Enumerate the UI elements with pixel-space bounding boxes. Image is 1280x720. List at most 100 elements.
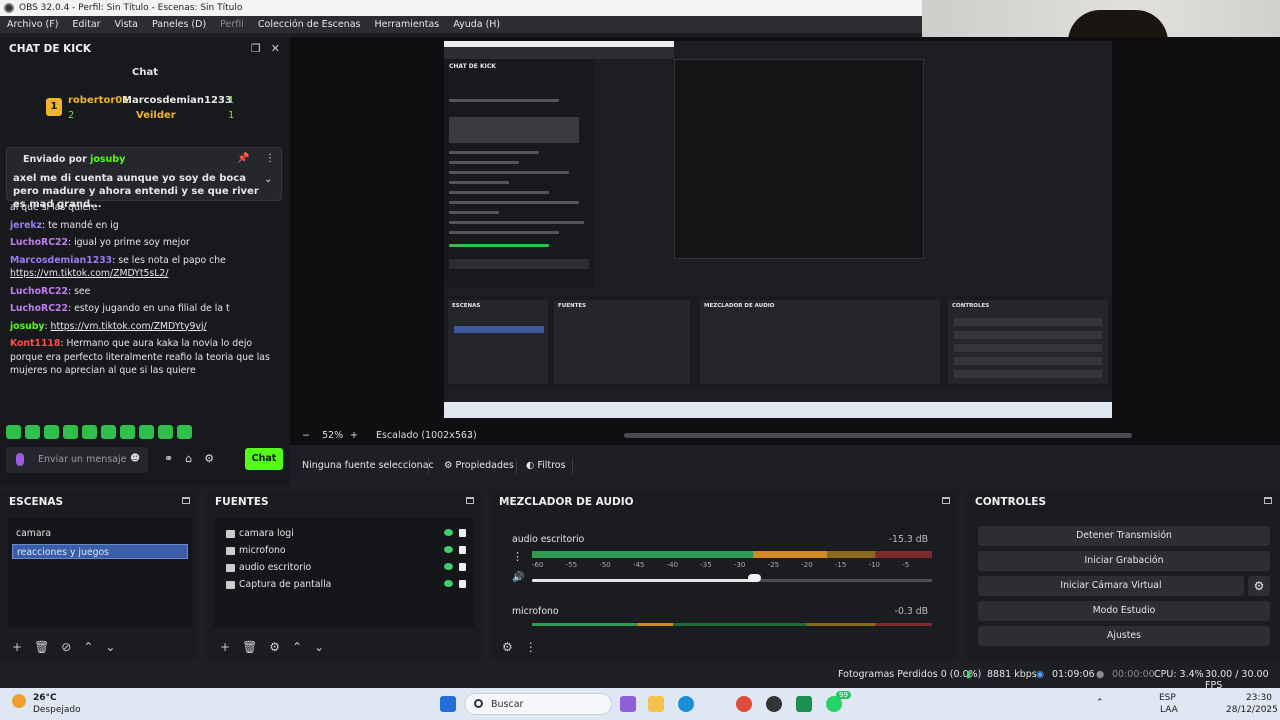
clock-date[interactable]: 28/12/2025 [1226, 705, 1278, 715]
chat-username[interactable]: josuby [10, 321, 44, 332]
float-dock-icon[interactable] [1264, 497, 1272, 504]
lock-icon[interactable] [459, 529, 466, 537]
chevron-up-icon[interactable]: ⌃ [1096, 698, 1104, 708]
preview-scrollbar[interactable] [624, 433, 1132, 438]
add-scene-button[interactable]: + [12, 640, 22, 654]
gear-icon[interactable]: ⚙ [269, 640, 280, 654]
lock-icon[interactable] [459, 580, 466, 588]
properties-button[interactable]: ⚙ Propiedades [444, 460, 514, 471]
float-dock-icon[interactable]: ❐ [251, 42, 261, 55]
language-code[interactable]: ESP [1159, 693, 1176, 703]
scene-item[interactable]: reacciones y juegos [12, 544, 188, 559]
lock-icon[interactable] [459, 546, 466, 554]
float-dock-icon[interactable] [942, 497, 950, 504]
pinned-message[interactable]: Enviado por josuby 📌 ⋮ axel me di cuenta… [6, 147, 282, 210]
folder-icon[interactable] [648, 696, 664, 712]
eye-icon[interactable] [444, 563, 453, 570]
pin-icon[interactable]: 📌 [237, 153, 249, 164]
float-dock-icon[interactable] [182, 497, 190, 504]
source-item[interactable]: camara logi [226, 526, 466, 541]
trash-icon[interactable]: 🗑 [242, 640, 257, 654]
chat-username[interactable]: Marcosdemian1233 [10, 255, 112, 266]
copilot-icon[interactable] [620, 696, 636, 712]
more-icon[interactable]: ⋮ [265, 153, 275, 164]
move-down-button[interactable]: ⌄ [105, 640, 115, 654]
gear-icon[interactable]: ⚙ [1248, 576, 1270, 596]
chat-username[interactable]: LuchoRC22 [10, 303, 68, 314]
more-icon[interactable]: ⋮ [525, 640, 537, 654]
taskbar-search[interactable]: Buscar [464, 693, 612, 715]
edge-icon[interactable] [678, 696, 694, 712]
emote-icon[interactable] [139, 425, 154, 439]
source-item[interactable]: microfono [226, 543, 466, 558]
float-dock-icon[interactable] [466, 497, 474, 504]
chat-username[interactable]: LuchoRC22 [10, 237, 68, 248]
control-button[interactable]: Ajustes [978, 626, 1270, 646]
move-up-button[interactable]: ⌃ [292, 640, 302, 654]
menu-item[interactable]: Editar [65, 19, 107, 30]
move-up-button[interactable]: ⌃ [83, 640, 93, 654]
eye-icon[interactable] [444, 580, 453, 587]
eye-icon[interactable] [444, 546, 453, 553]
speaker-icon[interactable]: 🔊 [512, 572, 524, 583]
close-icon[interactable]: ✕ [271, 42, 280, 55]
xbox-icon[interactable] [796, 696, 812, 712]
source-item[interactable]: audio escritorio [226, 560, 466, 575]
start-icon[interactable] [440, 696, 456, 712]
chat-link[interactable]: https://vm.tiktok.com/ZMDYty9vj/ [51, 321, 207, 332]
menu-item[interactable]: Archivo (F) [0, 19, 65, 30]
scale-select[interactable]: Escalado (1002x563) [376, 430, 477, 441]
chat-username[interactable]: Kont1118 [10, 338, 60, 349]
control-button[interactable]: Modo Estudio [978, 601, 1270, 621]
chrome-icon[interactable] [736, 696, 752, 712]
filters-button[interactable]: ◐ Filtros [526, 460, 566, 471]
move-down-button[interactable]: ⌄ [314, 640, 324, 654]
chevron-down-icon[interactable]: ⌄ [466, 430, 474, 441]
source-item[interactable]: Captura de pantalla [226, 577, 466, 592]
menu-item[interactable]: Ayuda (H) [446, 19, 507, 30]
emote-icon[interactable] [82, 425, 97, 439]
emote-icon[interactable] [158, 425, 173, 439]
link-icon[interactable]: ⚭ [164, 452, 173, 465]
volume-knob[interactable] [748, 574, 762, 582]
obs-icon[interactable] [766, 696, 782, 712]
preview-canvas[interactable]: CHAT DE KICK ESCENAS FUENTES MEZCLADOR D… [290, 37, 1280, 427]
trash-icon[interactable]: 🗑 [34, 640, 49, 654]
chat-send-button[interactable]: Chat [245, 448, 283, 470]
gear-icon[interactable]: ⚙ [502, 640, 513, 654]
chevron-down-icon[interactable]: ⌄ [264, 174, 272, 185]
lock-icon[interactable] [459, 563, 466, 571]
chat-link[interactable]: https://vm.tiktok.com/ZMDYt5sL2/ [10, 268, 168, 279]
chat-input[interactable]: Enviar un mensaje ☻ [6, 447, 148, 473]
gear-icon[interactable]: ⚙ [204, 452, 214, 465]
add-source-button[interactable]: + [220, 640, 230, 654]
emote-icon[interactable] [25, 425, 40, 439]
emote-icon[interactable] [44, 425, 59, 439]
eye-icon[interactable] [444, 529, 453, 536]
clock-time[interactable]: 23:30 [1246, 693, 1272, 703]
emote-icon[interactable] [63, 425, 78, 439]
menu-item[interactable]: Perfil [213, 19, 251, 30]
emote-icon[interactable] [101, 425, 116, 439]
store-icon[interactable]: ⌂ [185, 452, 192, 465]
scene-item[interactable]: camara [12, 526, 188, 541]
menu-item[interactable]: Vista [108, 19, 145, 30]
microphone-icon[interactable] [16, 453, 24, 466]
menu-item[interactable]: Paneles (D) [145, 19, 213, 30]
emoji-icon[interactable]: ☻ [130, 453, 140, 464]
filter-icon[interactable]: ⊘ [61, 640, 71, 654]
menu-item[interactable]: Herramientas [368, 19, 447, 30]
control-button[interactable]: Detener Transmisión [978, 526, 1270, 546]
emote-icon[interactable] [120, 425, 135, 439]
control-button[interactable]: Iniciar Cámara Virtual [978, 576, 1244, 596]
zoom-out-button[interactable]: − [302, 430, 310, 441]
chat-username[interactable]: LuchoRC22 [10, 286, 68, 297]
emote-icon[interactable] [6, 425, 21, 439]
control-button[interactable]: Iniciar Grabación [978, 551, 1270, 571]
chat-username[interactable]: jerekz [10, 220, 42, 231]
chat-text: se les nota el papo che [118, 254, 226, 266]
menu-item[interactable]: Colección de Escenas [251, 19, 368, 30]
emote-icon[interactable] [177, 425, 192, 439]
more-icon[interactable]: ⋮ [512, 550, 523, 563]
zoom-in-button[interactable]: + [350, 430, 358, 441]
